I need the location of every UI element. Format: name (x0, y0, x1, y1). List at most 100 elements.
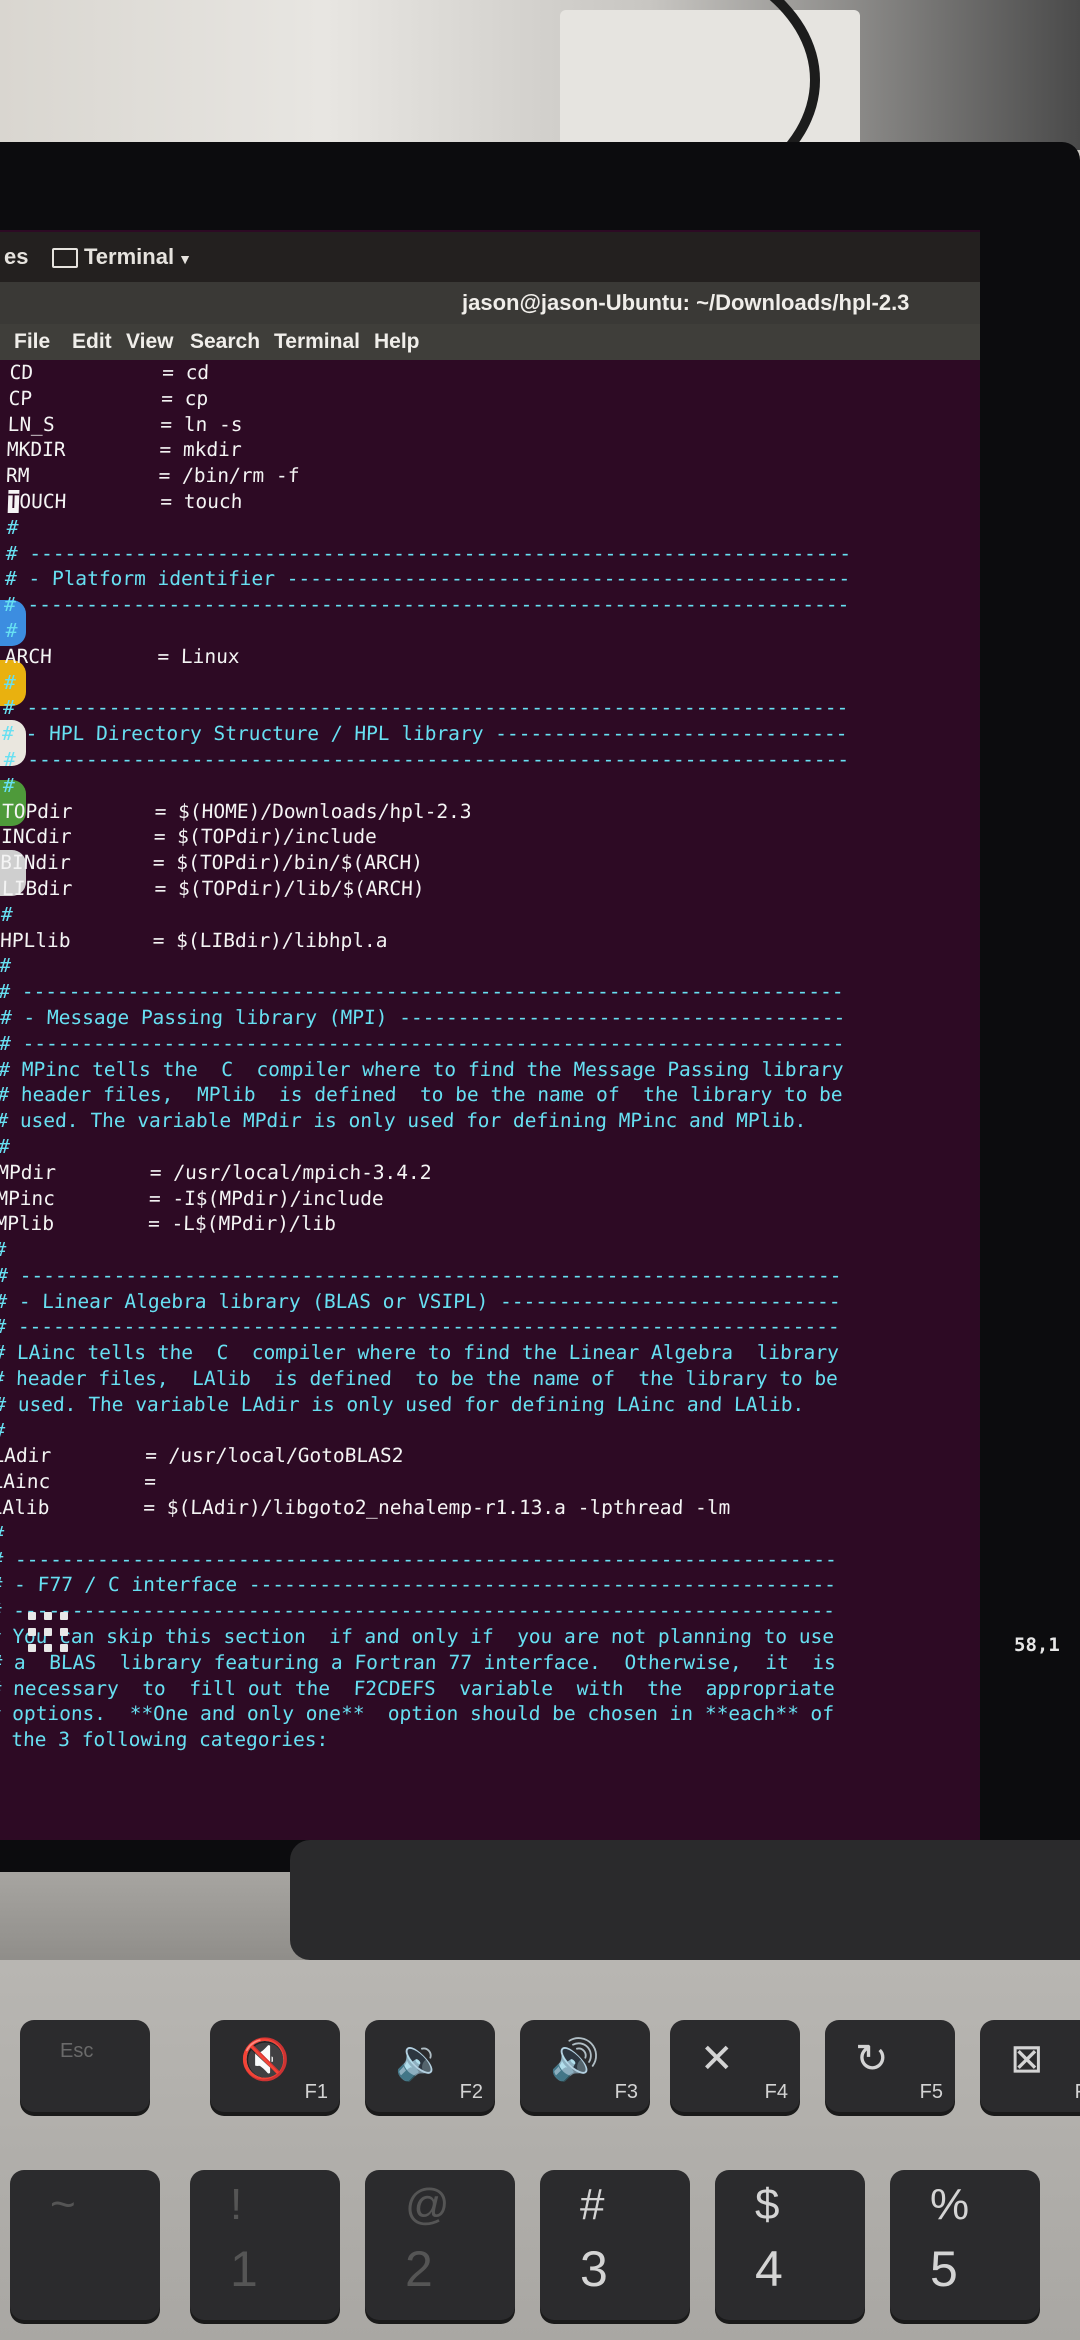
key-1[interactable]: ! 1 (190, 2170, 340, 2320)
key-label: F5 (919, 2081, 943, 2103)
variable-name: MPlib (0, 1212, 55, 1236)
variable-name: MPdir (0, 1160, 57, 1184)
variable-value: = cd (161, 361, 210, 384)
key-symbol: 🔉 (395, 2038, 445, 2082)
terminal-line: # (0, 1521, 929, 1547)
key-label: F1 (304, 2081, 328, 2103)
variable-name: MKDIR (6, 438, 66, 462)
terminal-line: # (0, 670, 959, 696)
key-f4[interactable]: ✕ F4 (670, 2020, 800, 2112)
comment-text: # used. The variable LAdir is only used … (0, 1392, 805, 1416)
key-f3[interactable]: 🔊 F3 (520, 2020, 650, 2112)
comment-text: # --------------------------------------… (3, 747, 850, 771)
terminal-line: # --------------------------------------… (0, 1314, 937, 1340)
terminal-line: INCdir = $(TOPdir)/include (0, 824, 954, 850)
variable-name: LAlib (0, 1496, 50, 1520)
key-symbol: ⊠ (1010, 2037, 1044, 2081)
terminal-line: LIBdir = $(TOPdir)/lib/$(ARCH) (0, 876, 952, 902)
key-top-char: # (580, 2180, 605, 2229)
menu-search[interactable]: Search (190, 330, 260, 354)
window-title: jason@jason-Ubuntu: ~/Downloads/hpl-2.3 (462, 290, 910, 315)
ubuntu-top-bar: es Terminal ▼ (0, 232, 980, 282)
key-bottom-char: 3 (580, 2241, 608, 2297)
variable-value: = $(TOPdir)/bin/$(ARCH) (152, 851, 424, 875)
terminal-line: ARCH = Linux (0, 644, 960, 670)
menu-view[interactable]: View (126, 330, 173, 354)
window-titlebar[interactable]: jason@jason-Ubuntu: ~/Downloads/hpl-2.3 (0, 282, 980, 324)
menu-edit[interactable]: Edit (72, 330, 112, 354)
key-f2[interactable]: 🔉 F2 (365, 2020, 495, 2112)
key-top-char: @ (405, 2180, 450, 2229)
comment-text: # - HPL Directory Structure / HPL librar… (1, 722, 848, 746)
menu-file[interactable]: File (14, 330, 50, 354)
key-top-char: ~ (50, 2180, 76, 2229)
variable-name: HPLlib (0, 928, 71, 952)
terminal-line: LAinc = (0, 1469, 931, 1495)
terminal-line: # - Message Passing library (MPI) ------… (0, 1005, 947, 1031)
variable-value: = $(HOME)/Downloads/hpl-2.3 (154, 799, 473, 823)
variable-name: TOUCH (7, 489, 67, 513)
key-esc[interactable]: Esc (20, 2020, 150, 2112)
terminal-line: # --------------------------------------… (0, 1547, 929, 1573)
variable-value: = Linux (157, 644, 241, 668)
key-label: F2 (459, 2081, 483, 2103)
comment-text: # LAinc tells the C compiler where to fi… (0, 1341, 840, 1365)
terminal-line: # used. The variable LAdir is only used … (0, 1392, 934, 1418)
key-5[interactable]: % 5 (890, 2170, 1040, 2320)
terminal-line: # --------------------------------------… (0, 1598, 927, 1624)
key-symbol: ✕ (700, 2037, 734, 2081)
variable-value: = -I$(MPdir)/include (148, 1186, 385, 1210)
comment-text: # necessary to fill out the F2CDEFS vari… (0, 1676, 836, 1700)
comment-text: # used. The variable MPdir is only used … (0, 1109, 807, 1133)
key-bottom-char: 2 (405, 2241, 433, 2297)
comment-text: # options. **One and only one** option s… (0, 1702, 835, 1726)
comment-text: # --------------------------------------… (5, 541, 852, 565)
comment-text: # You can skip this section if and only … (0, 1625, 835, 1649)
comment-text: # (0, 1238, 7, 1262)
menu-terminal[interactable]: Terminal (274, 330, 360, 354)
key-bottom-char: 1 (230, 2241, 258, 2297)
terminal-line: # (0, 618, 961, 644)
variable-name: MPinc (0, 1186, 56, 1210)
terminal-line: # --------------------------------------… (0, 747, 956, 773)
key-2[interactable]: @2 (365, 2170, 515, 2320)
comment-text: # --------------------------------------… (3, 593, 850, 617)
key-top-char: $ (755, 2180, 780, 2229)
comment-text: # the 3 following categories: (0, 1728, 329, 1752)
variable-value: = mkdir (159, 438, 243, 462)
terminal-line: # (0, 1418, 933, 1444)
key-f1[interactable]: 🔇 F1 (210, 2020, 340, 2112)
terminal-line: # a BLAS library featuring a Fortran 77 … (0, 1650, 925, 1676)
key-f6[interactable]: ⊠ F6 (980, 2020, 1080, 2112)
comment-text: # (2, 773, 16, 797)
background-wall (0, 0, 1080, 220)
terminal-line: LAdir = /usr/local/GotoBLAS2 (0, 1443, 932, 1469)
variable-value: = ln -s (160, 412, 243, 436)
key-tilde[interactable]: ~ (10, 2170, 160, 2320)
key-label: F6 (1075, 2081, 1080, 2104)
terminal-line: # LAinc tells the C compiler where to fi… (0, 1340, 936, 1366)
terminal-line: BINdir = $(TOPdir)/bin/$(ARCH) (0, 850, 953, 876)
comment-text: # - Platform identifier ----------------… (4, 567, 851, 591)
key-3[interactable]: #3 (540, 2170, 690, 2320)
comment-text: # (0, 1521, 5, 1545)
terminal-line: # MPinc tells the C compiler where to fi… (0, 1057, 946, 1083)
variable-value: = /usr/local/mpich-3.4.2 (149, 1160, 433, 1184)
key-4[interactable]: $4 (715, 2170, 865, 2320)
variable-name: RM (5, 464, 30, 488)
variable-value: = /bin/rm -f (158, 464, 300, 488)
key-f5[interactable]: ↻ F5 (825, 2020, 955, 2112)
terminal-app-menu[interactable]: Terminal ▼ (84, 244, 192, 270)
comment-text: # (0, 1418, 6, 1442)
key-symbol: 🔊 (550, 2038, 600, 2082)
terminal-line: # --------------------------------------… (0, 1031, 947, 1057)
terminal-output[interactable]: CD = cd CP = cp LN_S = ln -s MKDIR = mkdir R… (0, 360, 970, 1751)
show-applications-icon[interactable] (28, 1612, 74, 1658)
key-label: Esc (60, 2040, 94, 2062)
terminal-line: # - HPL Directory Structure / HPL librar… (0, 721, 957, 747)
comment-text: # --------------------------------------… (0, 1031, 845, 1055)
variable-name: INCdir (0, 825, 72, 849)
variable-value: = $(TOPdir)/lib/$(ARCH) (154, 876, 426, 900)
variable-value: = (143, 1470, 157, 1494)
menu-help[interactable]: Help (374, 330, 420, 354)
